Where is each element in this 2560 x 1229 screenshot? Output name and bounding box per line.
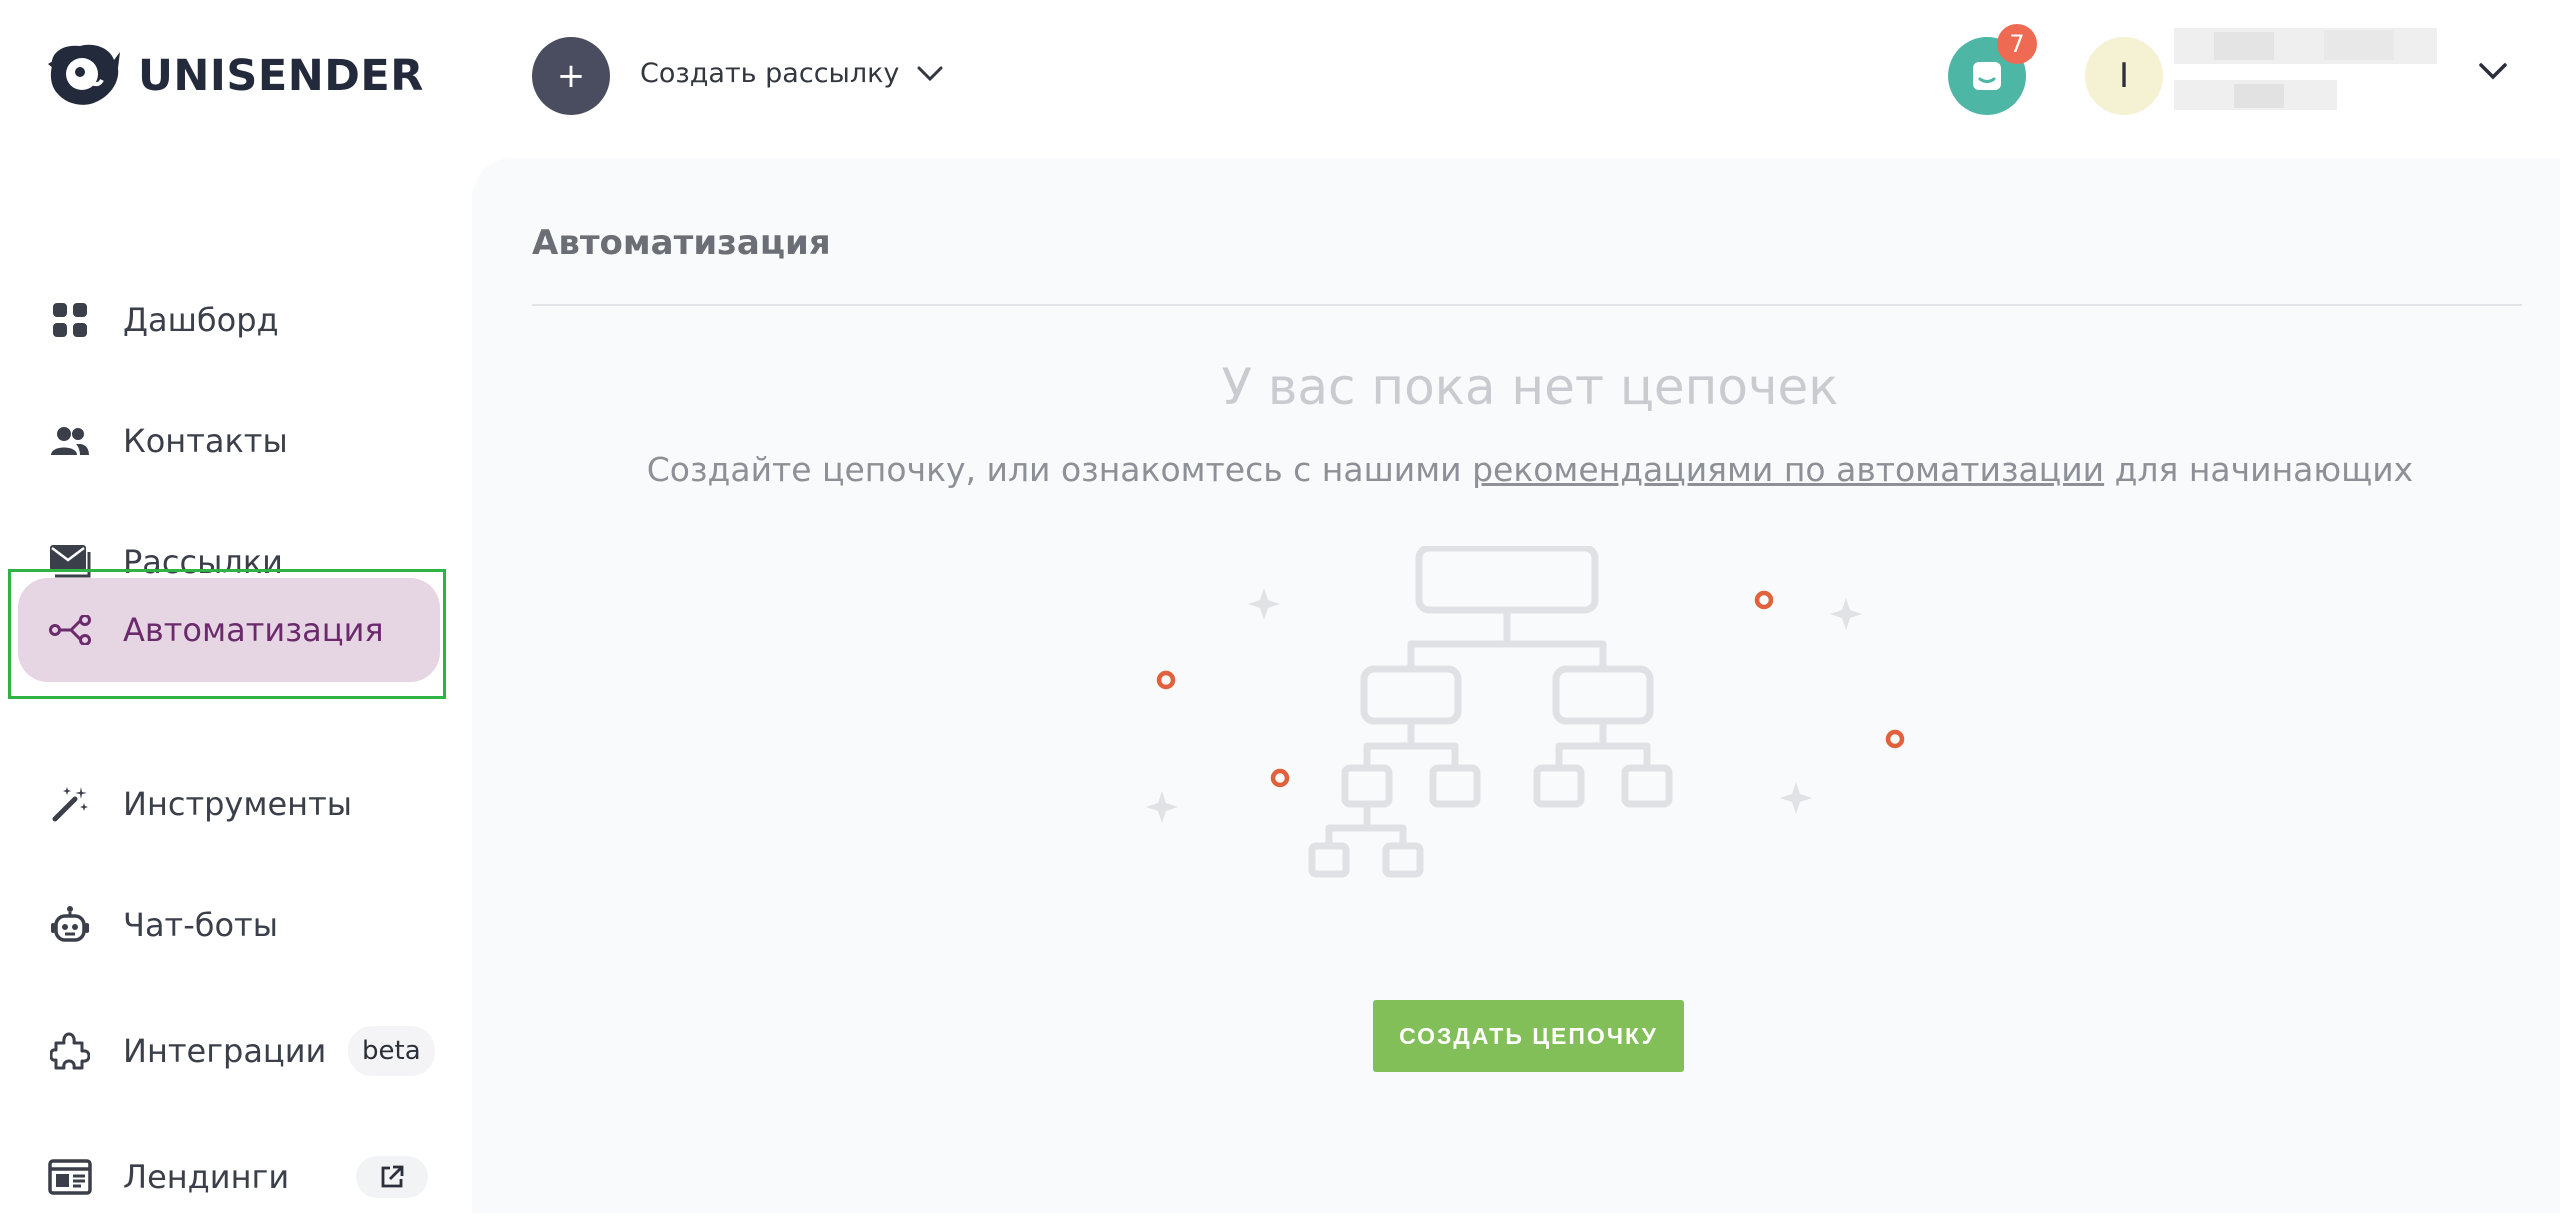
main-content: Автоматизация У вас пока нет цепочек Соз… <box>472 158 2560 1213</box>
avatar[interactable]: I <box>2085 37 2163 115</box>
sidebar: Дашборд Контакты Рассылки Автоматизация … <box>0 155 472 1213</box>
create-chain-button[interactable]: СОЗДАТЬ ЦЕПОЧКУ <box>1373 1000 1684 1072</box>
orange-dot-decorations <box>1156 590 1905 788</box>
sidebar-item-label: Рассылки <box>123 543 283 581</box>
divider <box>532 304 2522 306</box>
notification-badge: 7 <box>1997 24 2037 64</box>
sidebar-item-label: Инструменты <box>123 785 352 823</box>
account-info-blurred <box>2174 28 2437 112</box>
brand-name: UNISENDER <box>138 51 424 101</box>
sidebar-item-contacts[interactable]: Контакты <box>18 389 440 493</box>
sidebar-item-label: Дашборд <box>123 301 279 339</box>
recommendations-link[interactable]: рекомендациями по автоматизации <box>1472 450 2104 489</box>
sidebar-item-label: Контакты <box>123 422 288 460</box>
dog-logo-icon <box>48 44 121 105</box>
sidebar-item-label: Чат-боты <box>123 906 278 944</box>
empty-state-text-after: для начинающих <box>2104 450 2414 489</box>
sidebar-item-dashboard[interactable]: Дашборд <box>18 268 440 372</box>
create-mailing-dropdown[interactable]: Создать рассылку <box>640 58 943 89</box>
sidebar-item-integrations[interactable]: Интеграции beta <box>18 999 440 1103</box>
sidebar-item-landings[interactable]: Лендинги <box>18 1125 440 1229</box>
chat-icon <box>1973 62 2001 90</box>
empty-state-title: У вас пока нет цепочек <box>1221 358 1839 416</box>
create-button[interactable]: + <box>532 37 610 115</box>
sidebar-item-tools[interactable]: Инструменты <box>18 752 440 856</box>
logo[interactable]: UNISENDER <box>44 36 424 116</box>
sidebar-item-label: Автоматизация <box>123 611 384 649</box>
dashboard-icon <box>48 298 92 342</box>
empty-state-text-before: Создайте цепочку, или ознакомтесь с наши… <box>646 450 1473 489</box>
sidebar-item-chatbots[interactable]: Чат-боты <box>18 873 440 977</box>
landing-icon <box>48 1155 92 1199</box>
puzzle-icon <box>48 1029 92 1073</box>
external-link-icon[interactable] <box>356 1156 428 1198</box>
chevron-down-icon <box>917 66 943 81</box>
sidebar-item-label: Интеграции <box>123 1032 327 1070</box>
magic-wand-icon <box>48 782 92 826</box>
automation-icon <box>48 608 92 652</box>
plus-icon: + <box>556 56 586 96</box>
contacts-icon <box>48 419 92 463</box>
empty-state-subtitle: Создайте цепочку, или ознакомтесь с наши… <box>472 450 2560 489</box>
create-mailing-label: Создать рассылку <box>640 58 900 89</box>
account-menu-chevron-icon[interactable] <box>2478 62 2508 84</box>
sidebar-item-automation[interactable]: Автоматизация <box>18 578 440 682</box>
beta-badge: beta <box>348 1026 435 1076</box>
sidebar-item-label: Лендинги <box>123 1158 290 1196</box>
page-title: Автоматизация <box>532 223 831 263</box>
top-header: UNISENDER + Создать рассылку 7 I <box>0 0 2560 155</box>
robot-icon <box>48 903 92 947</box>
